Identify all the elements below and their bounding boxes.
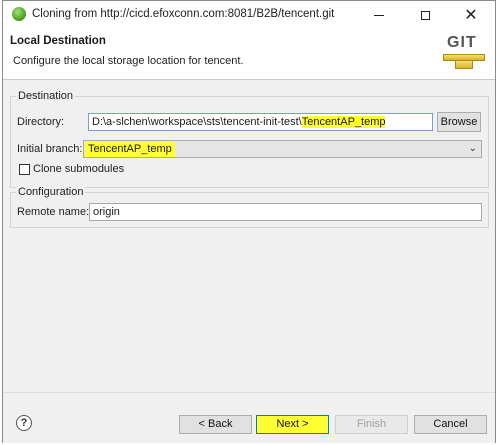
maximize-icon	[420, 10, 430, 20]
finish-button[interactable]: Finish	[335, 415, 408, 434]
help-icon[interactable]: ?	[16, 415, 32, 431]
close-button[interactable]: ✕	[448, 1, 494, 29]
title-bar[interactable]: Cloning from http://cicd.efoxconn.com:80…	[3, 1, 495, 29]
browse-button[interactable]: Browse	[437, 112, 481, 132]
directory-label: Directory:	[17, 116, 65, 128]
configuration-group-label: Configuration	[16, 186, 86, 198]
next-button[interactable]: Next >	[256, 415, 329, 434]
page-description: Configure the local storage location for…	[13, 55, 244, 67]
git-logo-pipe-joint	[455, 60, 473, 69]
back-button[interactable]: < Back	[179, 415, 252, 434]
minimize-button[interactable]	[356, 1, 402, 29]
minimize-icon	[374, 14, 384, 16]
directory-path-highlight: TencentAP_temp	[301, 116, 386, 128]
directory-path-prefix: D:\a-slchen\workspace\sts\tencent-init-t…	[92, 116, 302, 128]
wizard-banner: Local Destination Configure the local st…	[3, 29, 495, 80]
destination-group-label: Destination	[16, 90, 76, 102]
git-logo-icon: GIT	[443, 33, 487, 71]
directory-input[interactable]: D:\a-slchen\workspace\sts\tencent-init-t…	[88, 113, 433, 131]
page-title: Local Destination	[10, 35, 106, 47]
clone-dialog-window: Cloning from http://cicd.efoxconn.com:80…	[2, 0, 496, 443]
maximize-button[interactable]	[402, 1, 448, 29]
clone-submodules-checkbox[interactable]	[19, 164, 30, 175]
wizard-footer: ? < Back Next > Finish Cancel	[3, 392, 495, 443]
initial-branch-label: Initial branch:	[17, 143, 83, 155]
window-title: Cloning from http://cicd.efoxconn.com:80…	[32, 8, 335, 20]
remote-name-input[interactable]: origin	[89, 203, 482, 221]
clone-submodules-label: Clone submodules	[33, 163, 125, 175]
git-logo-text: GIT	[447, 34, 477, 51]
initial-branch-value: TencentAP_temp	[85, 141, 175, 157]
cancel-button[interactable]: Cancel	[414, 415, 487, 434]
app-icon	[12, 7, 26, 21]
close-icon: ✕	[464, 5, 478, 24]
remote-name-label: Remote name:	[17, 206, 90, 218]
wizard-content: Destination Directory: D:\a-slchen\works…	[3, 80, 495, 392]
initial-branch-select[interactable]: TencentAP_temp ⌄	[83, 140, 482, 158]
chevron-down-icon: ⌄	[468, 143, 477, 154]
